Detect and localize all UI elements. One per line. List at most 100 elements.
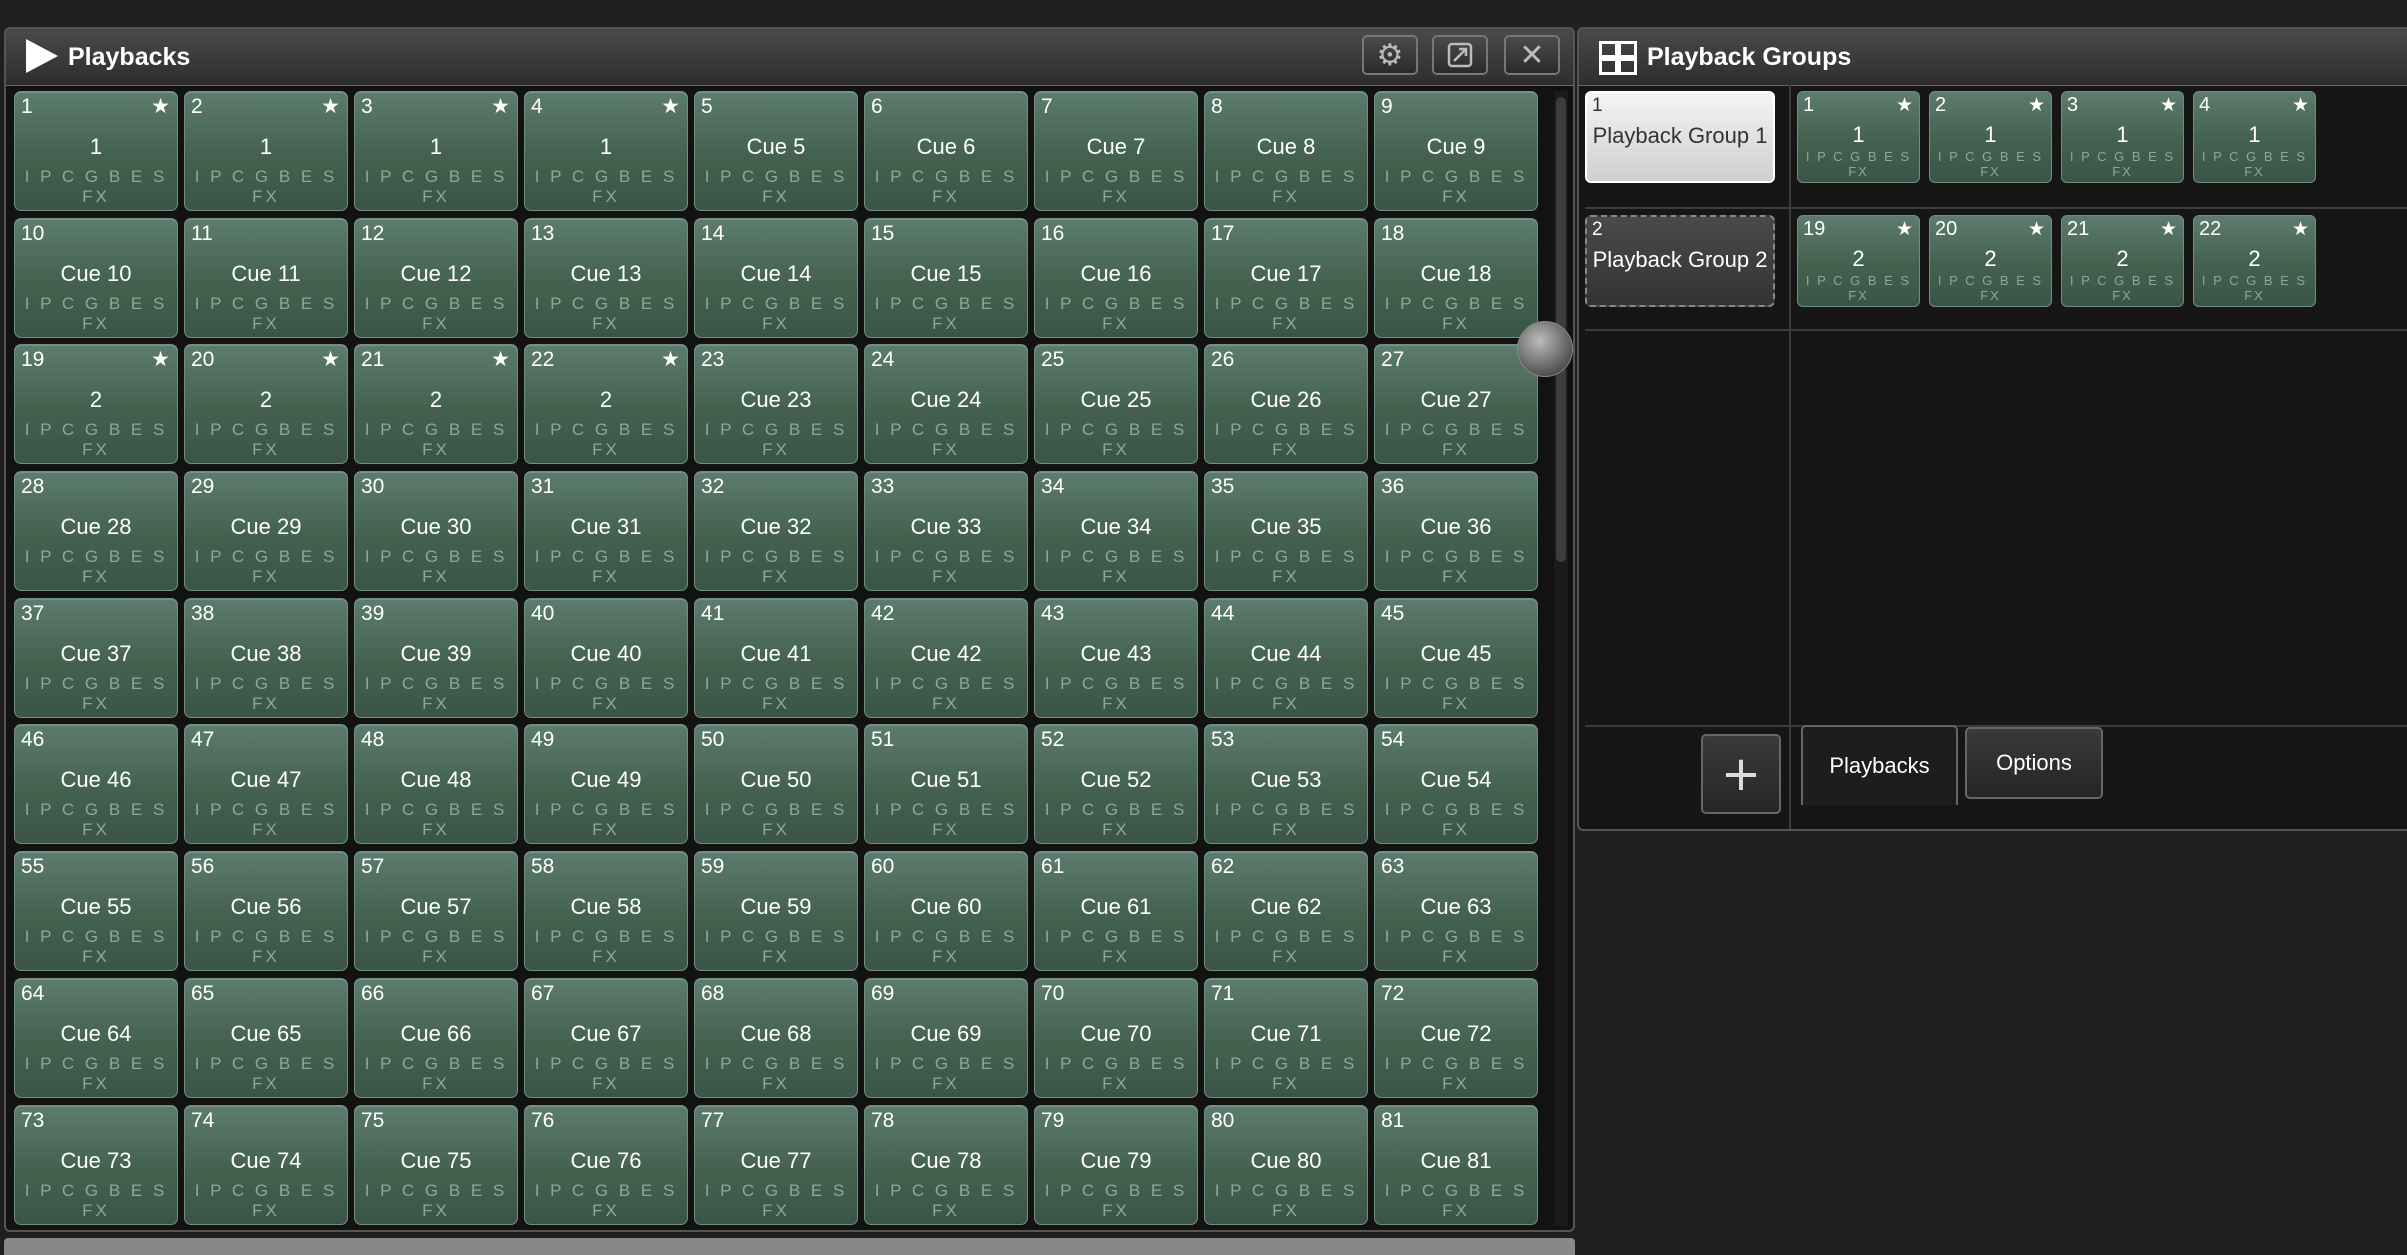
playback-tile[interactable]: 67 Cue 67 I P C G B E S FX — [524, 977, 688, 1098]
playback-tile[interactable]: 42 Cue 42 I P C G B E S FX — [864, 597, 1028, 718]
tab-playbacks[interactable]: Playbacks — [1801, 725, 1958, 805]
playback-tile[interactable]: 5 Cue 5 I P C G B E S FX — [694, 91, 858, 211]
tab-options[interactable]: Options — [1965, 727, 2103, 799]
playback-tile[interactable]: 28 Cue 28 I P C G B E S FX — [14, 471, 178, 592]
playback-tile[interactable]: 33 Cue 33 I P C G B E S FX — [864, 471, 1028, 592]
playback-tile[interactable]: 20 ★ 2 I P C G B E S FX — [184, 344, 348, 465]
playback-tile[interactable]: 55 Cue 55 I P C G B E S FX — [14, 851, 178, 972]
playback-tile[interactable]: 78 Cue 78 I P C G B E S FX — [864, 1104, 1028, 1225]
playback-tile[interactable]: 22 ★ 2 I P C G B E S FX — [524, 344, 688, 465]
playback-tile[interactable]: 40 Cue 40 I P C G B E S FX — [524, 597, 688, 718]
playback-tile[interactable]: 32 Cue 32 I P C G B E S FX — [694, 471, 858, 592]
playback-tile[interactable]: 25 Cue 25 I P C G B E S FX — [1034, 344, 1198, 465]
playback-tile[interactable]: 70 Cue 70 I P C G B E S FX — [1034, 977, 1198, 1098]
playback-group-1[interactable]: 1 Playback Group 1 — [1585, 91, 1775, 183]
playback-tile[interactable]: 71 Cue 71 I P C G B E S FX — [1204, 977, 1368, 1098]
playback-tile[interactable]: 4 ★ 1 I P C G B E S FX — [524, 91, 688, 211]
playback-tile[interactable]: 12 Cue 12 I P C G B E S FX — [354, 217, 518, 338]
playback-tile[interactable]: 54 Cue 54 I P C G B E S FX — [1374, 724, 1538, 845]
playback-tile[interactable]: 41 Cue 41 I P C G B E S FX — [694, 597, 858, 718]
close-button[interactable]: ✕ — [1504, 35, 1560, 75]
playback-tile[interactable]: 65 Cue 65 I P C G B E S FX — [184, 977, 348, 1098]
playback-group-2[interactable]: 2 Playback Group 2 — [1585, 215, 1775, 307]
playback-tile[interactable]: 49 Cue 49 I P C G B E S FX — [524, 724, 688, 845]
playback-tile[interactable]: 48 Cue 48 I P C G B E S FX — [354, 724, 518, 845]
group-member-playback[interactable]: 1 ★ 1 I P C G B E S FX — [1797, 91, 1920, 183]
playback-tile[interactable]: 36 Cue 36 I P C G B E S FX — [1374, 471, 1538, 592]
playback-tile[interactable]: 24 Cue 24 I P C G B E S FX — [864, 344, 1028, 465]
undock-button[interactable] — [1432, 35, 1488, 75]
playback-tile[interactable]: 76 Cue 76 I P C G B E S FX — [524, 1104, 688, 1225]
playback-tile[interactable]: 23 Cue 23 I P C G B E S FX — [694, 344, 858, 465]
scroll-handle[interactable] — [1517, 321, 1573, 377]
playback-tile[interactable]: 21 ★ 2 I P C G B E S FX — [354, 344, 518, 465]
playback-tile[interactable]: 17 Cue 17 I P C G B E S FX — [1204, 217, 1368, 338]
playback-tile[interactable]: 56 Cue 56 I P C G B E S FX — [184, 851, 348, 972]
playback-tile[interactable]: 57 Cue 57 I P C G B E S FX — [354, 851, 518, 972]
group-member-playback[interactable]: 22 ★ 2 I P C G B E S FX — [2193, 215, 2316, 307]
group-member-playback[interactable]: 4 ★ 1 I P C G B E S FX — [2193, 91, 2316, 183]
playback-tile[interactable]: 63 Cue 63 I P C G B E S FX — [1374, 851, 1538, 972]
playback-tile[interactable]: 74 Cue 74 I P C G B E S FX — [184, 1104, 348, 1225]
playback-tile[interactable]: 47 Cue 47 I P C G B E S FX — [184, 724, 348, 845]
playback-tile[interactable]: 43 Cue 43 I P C G B E S FX — [1034, 597, 1198, 718]
playback-tile[interactable]: 11 Cue 11 I P C G B E S FX — [184, 217, 348, 338]
playback-tile[interactable]: 73 Cue 73 I P C G B E S FX — [14, 1104, 178, 1225]
playback-tile[interactable]: 52 Cue 52 I P C G B E S FX — [1034, 724, 1198, 845]
playback-tile[interactable]: 29 Cue 29 I P C G B E S FX — [184, 471, 348, 592]
playback-tile[interactable]: 6 Cue 6 I P C G B E S FX — [864, 91, 1028, 211]
playback-tile[interactable]: 46 Cue 46 I P C G B E S FX — [14, 724, 178, 845]
groups-titlebar[interactable]: Playback Groups — [1579, 29, 2407, 86]
playback-tile[interactable]: 62 Cue 62 I P C G B E S FX — [1204, 851, 1368, 972]
playback-tile[interactable]: 18 Cue 18 I P C G B E S FX — [1374, 217, 1538, 338]
group-member-playback[interactable]: 19 ★ 2 I P C G B E S FX — [1797, 215, 1920, 307]
playback-tile[interactable]: 58 Cue 58 I P C G B E S FX — [524, 851, 688, 972]
playbacks-titlebar[interactable]: Playbacks ⚙ ✕ — [6, 29, 1573, 86]
add-group-button[interactable]: + — [1701, 734, 1781, 814]
group-member-playback[interactable]: 21 ★ 2 I P C G B E S FX — [2061, 215, 2184, 307]
playback-tile[interactable]: 15 Cue 15 I P C G B E S FX — [864, 217, 1028, 338]
playback-tile[interactable]: 50 Cue 50 I P C G B E S FX — [694, 724, 858, 845]
playback-tile[interactable]: 16 Cue 16 I P C G B E S FX — [1034, 217, 1198, 338]
playback-tile[interactable]: 80 Cue 80 I P C G B E S FX — [1204, 1104, 1368, 1225]
playback-tile[interactable]: 19 ★ 2 I P C G B E S FX — [14, 344, 178, 465]
group-member-playback[interactable]: 3 ★ 1 I P C G B E S FX — [2061, 91, 2184, 183]
playback-tile[interactable]: 59 Cue 59 I P C G B E S FX — [694, 851, 858, 972]
playback-tile[interactable]: 64 Cue 64 I P C G B E S FX — [14, 977, 178, 1098]
playback-tile[interactable]: 14 Cue 14 I P C G B E S FX — [694, 217, 858, 338]
playback-tile[interactable]: 81 Cue 81 I P C G B E S FX — [1374, 1104, 1538, 1225]
playback-tile[interactable]: 34 Cue 34 I P C G B E S FX — [1034, 471, 1198, 592]
playback-tile[interactable]: 30 Cue 30 I P C G B E S FX — [354, 471, 518, 592]
playback-tile[interactable]: 10 Cue 10 I P C G B E S FX — [14, 217, 178, 338]
playback-tile[interactable]: 1 ★ 1 I P C G B E S FX — [14, 91, 178, 211]
settings-button[interactable]: ⚙ — [1362, 35, 1418, 75]
playback-tile[interactable]: 75 Cue 75 I P C G B E S FX — [354, 1104, 518, 1225]
playback-tile[interactable]: 69 Cue 69 I P C G B E S FX — [864, 977, 1028, 1098]
playback-tile[interactable]: 8 Cue 8 I P C G B E S FX — [1204, 91, 1368, 211]
playback-tile[interactable]: 2 ★ 1 I P C G B E S FX — [184, 91, 348, 211]
playback-tile[interactable]: 68 Cue 68 I P C G B E S FX — [694, 977, 858, 1098]
playback-tile[interactable]: 72 Cue 72 I P C G B E S FX — [1374, 977, 1538, 1098]
playback-tile[interactable]: 77 Cue 77 I P C G B E S FX — [694, 1104, 858, 1225]
playback-tile[interactable]: 79 Cue 79 I P C G B E S FX — [1034, 1104, 1198, 1225]
playback-tile[interactable]: 38 Cue 38 I P C G B E S FX — [184, 597, 348, 718]
playback-tile[interactable]: 39 Cue 39 I P C G B E S FX — [354, 597, 518, 718]
playback-tile[interactable]: 26 Cue 26 I P C G B E S FX — [1204, 344, 1368, 465]
playback-tile[interactable]: 61 Cue 61 I P C G B E S FX — [1034, 851, 1198, 972]
playback-tile[interactable]: 3 ★ 1 I P C G B E S FX — [354, 91, 518, 211]
playback-tile[interactable]: 51 Cue 51 I P C G B E S FX — [864, 724, 1028, 845]
group-member-playback[interactable]: 20 ★ 2 I P C G B E S FX — [1929, 215, 2052, 307]
playback-tile[interactable]: 9 Cue 9 I P C G B E S FX — [1374, 91, 1538, 211]
playback-tile[interactable]: 13 Cue 13 I P C G B E S FX — [524, 217, 688, 338]
playback-tile[interactable]: 44 Cue 44 I P C G B E S FX — [1204, 597, 1368, 718]
playback-tile[interactable]: 60 Cue 60 I P C G B E S FX — [864, 851, 1028, 972]
playback-tile[interactable]: 37 Cue 37 I P C G B E S FX — [14, 597, 178, 718]
playback-tile[interactable]: 66 Cue 66 I P C G B E S FX — [354, 977, 518, 1098]
playback-tile[interactable]: 31 Cue 31 I P C G B E S FX — [524, 471, 688, 592]
playback-tile[interactable]: 7 Cue 7 I P C G B E S FX — [1034, 91, 1198, 211]
playback-tile[interactable]: 53 Cue 53 I P C G B E S FX — [1204, 724, 1368, 845]
playback-tile[interactable]: 27 Cue 27 I P C G B E S FX — [1374, 344, 1538, 465]
group-member-playback[interactable]: 2 ★ 1 I P C G B E S FX — [1929, 91, 2052, 183]
playback-tile[interactable]: 45 Cue 45 I P C G B E S FX — [1374, 597, 1538, 718]
playback-tile[interactable]: 35 Cue 35 I P C G B E S FX — [1204, 471, 1368, 592]
